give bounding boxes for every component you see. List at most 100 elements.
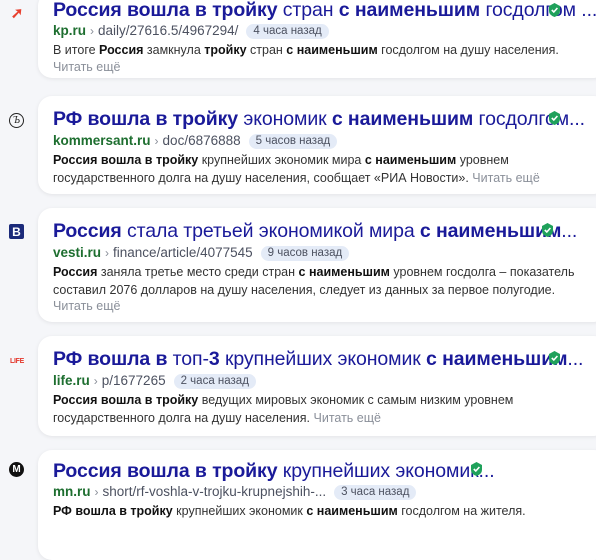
title-fragment[interactable]: Россия xyxy=(53,220,122,242)
result-path[interactable]: doc/6876888 xyxy=(163,132,241,150)
breadcrumb-separator: › xyxy=(94,485,99,499)
verified-icon xyxy=(549,111,560,125)
snippet-fragment: крупнейших экономик мира xyxy=(198,153,365,167)
snippet-fragment: госдолгом на душу населения. xyxy=(377,43,559,57)
result-path[interactable]: short/rf-voshla-v-trojku-krupnejshih-... xyxy=(103,483,327,501)
snippet-fragment: заняла третье место среди стран xyxy=(97,265,299,279)
title-fragment[interactable]: РФ вошла в xyxy=(53,348,167,370)
read-more-link[interactable]: Читать ещё xyxy=(469,171,539,185)
snippet-fragment: Россия xyxy=(53,265,98,279)
result-snippet: РФ вошла в тройку крупнейших экономик с … xyxy=(53,502,526,520)
title-fragment[interactable]: госдолгом ... xyxy=(480,0,596,21)
breadcrumb-separator: › xyxy=(90,24,95,38)
snippet-fragment: уровнем xyxy=(456,153,509,167)
result-snippet: Россия заняла третье место среди стран с… xyxy=(53,263,574,299)
result-path[interactable]: p/1677265 xyxy=(102,372,166,390)
verified-icon xyxy=(471,462,482,476)
result-domain[interactable]: vesti.ru xyxy=(53,244,101,262)
result-domain[interactable]: kommersant.ru xyxy=(53,132,151,150)
vesti-icon: В xyxy=(9,224,24,239)
verified-icon xyxy=(549,351,560,365)
result-domain[interactable]: life.ru xyxy=(53,372,90,390)
result-domain[interactable]: kp.ru xyxy=(53,22,86,40)
verified-icon xyxy=(542,223,553,237)
title-fragment[interactable]: крупнейших экономик... xyxy=(277,460,495,482)
snippet-fragment: замкнула xyxy=(143,43,205,57)
snippet-fragment: крупнейших экономик xyxy=(172,504,307,518)
result-title[interactable]: РФ вошла в топ-3 крупнейших экономик с н… xyxy=(53,346,583,372)
title-fragment[interactable]: ... xyxy=(561,220,577,242)
snippet-fragment: составил 2076 долларов на душу населения… xyxy=(53,283,556,297)
result-url[interactable]: life.ru › p/1677265 2 часа назад xyxy=(53,372,256,390)
title-fragment[interactable]: крупнейших экономик xyxy=(220,348,426,370)
life-icon: LIFE xyxy=(10,357,24,365)
snippet-fragment: ведущих мировых экономик с самым низким … xyxy=(198,393,514,407)
title-fragment[interactable]: экономик xyxy=(238,108,332,130)
snippet-line: государственного долга на душу населения… xyxy=(53,409,513,427)
title-fragment[interactable]: с наименьшим xyxy=(332,108,473,130)
snippet-fragment: государственного долга на душу населения… xyxy=(53,411,311,425)
result-path[interactable]: finance/article/4077545 xyxy=(113,244,253,262)
snippet-fragment: с наименьшим xyxy=(364,153,457,167)
snippet-fragment: с наименьшим xyxy=(306,504,398,518)
snippet-fragment: уровнем госдолга – показатель xyxy=(389,265,575,279)
title-fragment[interactable]: 3 xyxy=(209,348,220,370)
mn-icon: М xyxy=(9,462,24,477)
result-snippet: В итоге Россия замкнула тройку стран с н… xyxy=(53,41,559,59)
snippet-line: Россия вошла в тройку крупнейших экономи… xyxy=(53,151,540,169)
kommersant-icon: Ъ xyxy=(9,113,24,128)
read-more-link[interactable]: Читать ещё xyxy=(53,297,120,315)
result-url[interactable]: kp.ru › daily/27616.5/4967294/ 4 часа на… xyxy=(53,22,329,40)
result-url[interactable]: kommersant.ru › doc/6876888 5 часов наза… xyxy=(53,132,338,150)
snippet-fragment: тройку xyxy=(204,43,247,57)
title-fragment[interactable]: стран xyxy=(277,0,338,21)
result-snippet: Россия вошла в тройку ведущих мировых эк… xyxy=(53,391,513,427)
snippet-fragment: с наименьшим xyxy=(286,43,378,57)
snippet-line: государственного долга на душу населения… xyxy=(53,169,540,187)
title-fragment[interactable]: РФ вошла в тройку xyxy=(53,108,238,130)
result-title[interactable]: РФ вошла в тройку экономик с наименьшим … xyxy=(53,106,585,132)
snippet-line: составил 2076 долларов на душу населения… xyxy=(53,281,574,299)
result-url[interactable]: mn.ru › short/rf-voshla-v-trojku-krupnej… xyxy=(53,483,417,501)
breadcrumb-separator: › xyxy=(93,374,98,388)
snippet-fragment: Россия вошла в тройку xyxy=(53,153,199,167)
snippet-fragment: госдолгом на жителя. xyxy=(397,504,526,518)
title-fragment[interactable]: Россия вошла в тройку xyxy=(53,0,278,21)
title-fragment[interactable]: с наименьшим xyxy=(426,348,567,370)
breadcrumb-separator: › xyxy=(154,134,159,148)
snippet-line: Россия заняла третье место среди стран с… xyxy=(53,263,574,281)
time-badge: 9 часов назад xyxy=(260,245,350,261)
result-snippet: Россия вошла в тройку крупнейших экономи… xyxy=(53,151,540,187)
title-fragment[interactable]: госдолгом... xyxy=(473,108,586,130)
result-title[interactable]: Россия вошла в тройку стран с наименьшим… xyxy=(53,0,596,23)
time-badge: 5 часов назад xyxy=(248,133,338,149)
snippet-line: РФ вошла в тройку крупнейших экономик с … xyxy=(53,502,526,520)
result-path[interactable]: daily/27616.5/4967294/ xyxy=(98,22,238,40)
result-title[interactable]: Россия вошла в тройку крупнейших экономи… xyxy=(53,458,495,484)
title-fragment[interactable]: с наименьшим xyxy=(339,0,480,21)
snippet-fragment: государственного долга на душу населения… xyxy=(53,171,469,185)
snippet-fragment: РФ вошла в тройку xyxy=(53,504,173,518)
snippet-line: В итоге Россия замкнула тройку стран с н… xyxy=(53,41,559,59)
kp-icon: ➚ xyxy=(10,5,24,22)
result-url[interactable]: vesti.ru › finance/article/4077545 9 час… xyxy=(53,244,350,262)
result-domain[interactable]: mn.ru xyxy=(53,483,91,501)
time-badge: 2 часа назад xyxy=(173,373,256,389)
title-fragment[interactable]: стала третьей экономикой мира xyxy=(122,220,420,242)
title-fragment[interactable]: ... xyxy=(567,348,583,370)
time-badge: 4 часа назад xyxy=(246,23,329,39)
breadcrumb-separator: › xyxy=(105,246,110,260)
read-more-link[interactable]: Читать ещё xyxy=(53,58,120,76)
snippet-line: Россия вошла в тройку ведущих мировых эк… xyxy=(53,391,513,409)
snippet-fragment: В итоге xyxy=(53,43,100,57)
verified-icon xyxy=(549,3,560,17)
title-fragment[interactable]: топ- xyxy=(167,348,209,370)
snippet-fragment: Россия вошла в тройку xyxy=(53,393,199,407)
result-title[interactable]: Россия стала третьей экономикой мира с н… xyxy=(53,218,577,244)
snippet-fragment: Россия xyxy=(99,43,144,57)
time-badge: 3 часа назад xyxy=(334,484,417,500)
snippet-fragment: с наименьшим xyxy=(298,265,390,279)
title-fragment[interactable]: Россия вошла в тройку xyxy=(53,460,278,482)
snippet-fragment: стран xyxy=(246,43,287,57)
read-more-link[interactable]: Читать ещё xyxy=(310,411,381,425)
